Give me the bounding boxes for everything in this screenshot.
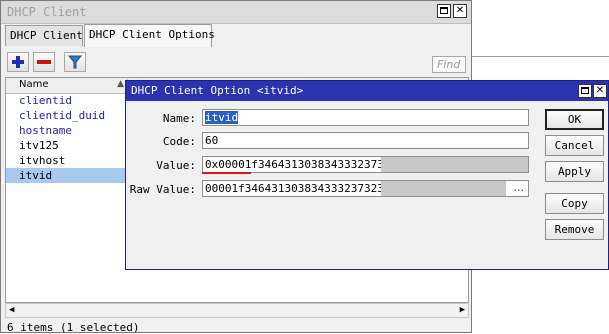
value-field[interactable]: 0x00001f346431303834333237323 xyxy=(202,156,529,173)
expand-dots-icon[interactable]: ... xyxy=(514,181,525,194)
code-label: Code: xyxy=(162,135,196,148)
code-field[interactable]: 60 xyxy=(202,132,529,149)
filter-icon xyxy=(67,55,83,69)
ok-button[interactable]: OK xyxy=(545,109,604,130)
apply-button[interactable]: Apply xyxy=(545,161,604,182)
close-icon: ✕ xyxy=(595,85,605,96)
minus-icon xyxy=(37,60,51,64)
close-button[interactable]: ✕ xyxy=(453,4,467,18)
column-header-label: Name xyxy=(19,79,49,90)
dialog-close-button[interactable]: ✕ xyxy=(593,84,607,98)
list-item-label: itvhost xyxy=(19,154,66,167)
window-titlebar[interactable]: DHCP Client ✕ xyxy=(1,1,471,24)
maximize-button[interactable] xyxy=(437,4,451,18)
remove-option-button[interactable]: Remove xyxy=(545,219,604,240)
scroll-right-icon[interactable]: ▶ xyxy=(460,305,465,315)
redacted-area xyxy=(381,157,528,172)
plus-icon xyxy=(12,56,24,68)
value-label: Value: xyxy=(156,159,196,172)
redacted-area xyxy=(381,181,506,196)
column-header-name[interactable]: Name ▲ xyxy=(19,79,128,92)
code-field-value: 60 xyxy=(205,134,219,147)
tab-dhcp-client[interactable]: DHCP Client xyxy=(5,25,83,46)
filter-button[interactable] xyxy=(64,52,86,72)
list-item-label: itvid xyxy=(19,169,53,182)
toolbar xyxy=(1,48,471,76)
name-label: Name: xyxy=(162,112,196,125)
value-field-value: 0x00001f346431303834333237323 xyxy=(205,158,398,171)
add-button[interactable] xyxy=(7,52,29,72)
close-icon: ✕ xyxy=(455,5,465,16)
list-item-label: itv125 xyxy=(19,139,59,152)
dhcp-client-option-dialog: DHCP Client Option <itvid> ✕ Name: itvid… xyxy=(125,80,609,270)
find-input[interactable]: Find xyxy=(432,56,466,73)
copy-button[interactable]: Copy xyxy=(545,193,604,214)
red-underline-annotation xyxy=(202,172,251,174)
raw-value-field-value: 00001f3464313038343332373231352 xyxy=(205,182,411,195)
dialog-maximize-button[interactable] xyxy=(578,84,592,98)
raw-value-label: Raw Value: xyxy=(129,183,196,196)
cancel-button[interactable]: Cancel xyxy=(545,135,604,156)
scroll-left-icon[interactable]: ◀ xyxy=(9,305,14,315)
maximize-icon xyxy=(581,87,589,94)
remove-button[interactable] xyxy=(33,52,55,72)
name-field[interactable]: itvid xyxy=(202,109,529,126)
list-item-label: clientid xyxy=(19,94,72,107)
tab-dhcp-client-options[interactable]: DHCP Client Options xyxy=(84,24,215,47)
dialog-title: DHCP Client Option <itvid> xyxy=(131,84,304,97)
horizontal-scrollbar[interactable]: ◀ ▶ xyxy=(5,303,469,318)
status-bar-text: 6 items (1 selected) xyxy=(7,321,140,334)
raw-value-field[interactable]: 00001f3464313038343332373231352 ... xyxy=(202,180,529,197)
list-item-label: hostname xyxy=(19,124,72,137)
maximize-icon xyxy=(440,7,448,14)
name-field-value: itvid xyxy=(205,111,239,124)
list-item-label: clientid_duid xyxy=(19,109,106,122)
window-title: DHCP Client xyxy=(7,5,87,19)
sort-arrow-icon: ▲ xyxy=(117,79,124,89)
dialog-titlebar[interactable]: DHCP Client Option <itvid> ✕ xyxy=(126,81,608,101)
